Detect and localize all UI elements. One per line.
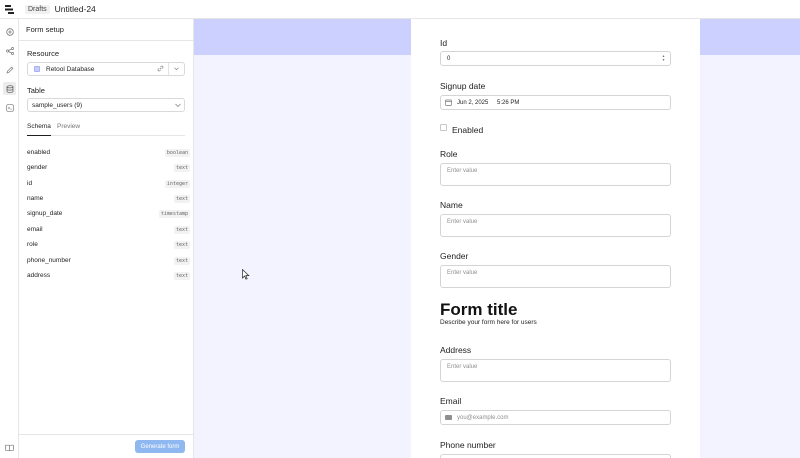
field-type-badge: text bbox=[173, 164, 190, 172]
mail-icon bbox=[445, 415, 452, 420]
header-band bbox=[700, 19, 800, 55]
name-placeholder: Enter value bbox=[447, 219, 478, 225]
role-placeholder: Enter value bbox=[447, 168, 478, 174]
schema-row: enabled boolean bbox=[27, 149, 190, 159]
field-type-badge: text bbox=[173, 241, 190, 249]
calendar-icon bbox=[445, 99, 452, 108]
schema-row: signup_date timestamp bbox=[27, 210, 190, 220]
top-bar: Drafts Untitled-24 bbox=[0, 0, 800, 19]
signup-date-input[interactable]: Jun 2, 2025 5:26 PM bbox=[440, 95, 671, 110]
code-icon[interactable] bbox=[3, 101, 16, 114]
left-icon-rail bbox=[0, 19, 19, 458]
field-type-badge: text bbox=[173, 226, 190, 234]
plus-circle-icon[interactable] bbox=[3, 25, 16, 38]
field-name: gender bbox=[27, 164, 48, 171]
form-container: Id 0 ▴ ▾ Signup date Jun 2, 2025 5:26 PM … bbox=[411, 19, 700, 458]
field-name: name bbox=[27, 195, 44, 202]
chevron-down-icon bbox=[174, 101, 182, 111]
field-type-badge: boolean bbox=[164, 149, 190, 157]
database-icon[interactable] bbox=[3, 82, 16, 95]
resource-select[interactable]: Retool Database bbox=[27, 62, 185, 76]
field-type-badge: text bbox=[173, 257, 190, 265]
field-type-badge: timestamp bbox=[158, 210, 190, 218]
role-label: Role bbox=[440, 149, 458, 159]
select-divider bbox=[168, 63, 169, 75]
breadcrumb-drafts[interactable]: Drafts bbox=[25, 4, 50, 14]
signup-time-value: 5:26 PM bbox=[497, 100, 520, 106]
database-resource-icon bbox=[34, 66, 40, 72]
resource-label: Resource bbox=[27, 49, 60, 58]
field-type-badge: text bbox=[173, 195, 190, 203]
field-type-badge: text bbox=[173, 272, 190, 280]
email-label: Email bbox=[440, 396, 462, 406]
gender-input[interactable]: Enter value bbox=[440, 265, 671, 288]
id-number-input[interactable]: 0 ▴ ▾ bbox=[440, 51, 671, 66]
pencil-icon[interactable] bbox=[3, 63, 16, 76]
field-name: enabled bbox=[27, 149, 51, 156]
field-name: id bbox=[27, 180, 33, 187]
field-type-badge: integer bbox=[164, 180, 190, 188]
name-label: Name bbox=[440, 200, 463, 210]
app-canvas[interactable]: Id 0 ▴ ▾ Signup date Jun 2, 2025 5:26 PM … bbox=[194, 19, 800, 458]
gender-label: Gender bbox=[440, 251, 469, 261]
retool-logo-icon[interactable] bbox=[0, 0, 19, 19]
schema-row: gender text bbox=[27, 164, 190, 174]
tab-preview[interactable]: Preview bbox=[57, 123, 80, 130]
email-input[interactable]: you@example.com bbox=[440, 410, 671, 425]
schema-row: name text bbox=[27, 195, 190, 205]
schema-row: address text bbox=[27, 272, 190, 282]
resource-value: Retool Database bbox=[46, 65, 95, 73]
schema-row: id integer bbox=[27, 180, 190, 190]
field-name: address bbox=[27, 272, 51, 279]
field-name: phone_number bbox=[27, 257, 71, 264]
table-select[interactable]: sample_users (9) bbox=[27, 98, 185, 112]
id-value: 0 bbox=[447, 56, 451, 62]
field-name: signup_date bbox=[27, 210, 63, 217]
enabled-label: Enabled bbox=[452, 125, 484, 135]
field-name: role bbox=[27, 241, 38, 248]
tab-schema[interactable]: Schema bbox=[27, 123, 51, 136]
address-input[interactable]: Enter value bbox=[440, 359, 671, 382]
enabled-checkbox[interactable] bbox=[440, 124, 447, 131]
form-description[interactable]: Describe your form here for users bbox=[440, 319, 537, 326]
app-title[interactable]: Untitled-24 bbox=[55, 4, 96, 14]
panel-header: Form setup bbox=[19, 19, 193, 41]
gender-placeholder: Enter value bbox=[447, 270, 478, 276]
address-label: Address bbox=[440, 345, 472, 355]
table-value: sample_users (9) bbox=[32, 101, 83, 109]
name-input[interactable]: Enter value bbox=[440, 214, 671, 237]
signup-date-label: Signup date bbox=[440, 81, 486, 91]
signup-date-value: Jun 2, 2025 bbox=[457, 100, 489, 106]
field-name: email bbox=[27, 226, 43, 233]
table-label: Table bbox=[27, 86, 45, 95]
phone-number-input[interactable] bbox=[440, 454, 671, 458]
email-placeholder: you@example.com bbox=[457, 415, 509, 421]
panel-footer: Generate form bbox=[19, 434, 194, 458]
chevron-down-icon[interactable] bbox=[173, 65, 180, 74]
role-input[interactable]: Enter value bbox=[440, 163, 671, 186]
book-icon[interactable] bbox=[3, 441, 16, 454]
link-icon[interactable] bbox=[157, 65, 164, 74]
form-setup-panel: Form setup Resource Retool Database Tabl… bbox=[19, 19, 194, 458]
id-label: Id bbox=[440, 38, 448, 48]
schema-row: email text bbox=[27, 226, 190, 236]
phone-number-label: Phone number bbox=[440, 440, 496, 450]
share-nodes-icon[interactable] bbox=[3, 44, 16, 57]
mouse-cursor-icon bbox=[242, 267, 250, 285]
form-title[interactable]: Form title bbox=[440, 300, 517, 320]
header-band bbox=[194, 19, 411, 55]
schema-preview-tabs: Schema Preview bbox=[27, 123, 185, 136]
schema-row: phone_number text bbox=[27, 257, 190, 267]
number-stepper[interactable]: ▴ ▾ bbox=[661, 54, 666, 62]
address-placeholder: Enter value bbox=[447, 364, 478, 370]
schema-row: role text bbox=[27, 241, 190, 251]
generate-form-button[interactable]: Generate form bbox=[135, 440, 185, 453]
